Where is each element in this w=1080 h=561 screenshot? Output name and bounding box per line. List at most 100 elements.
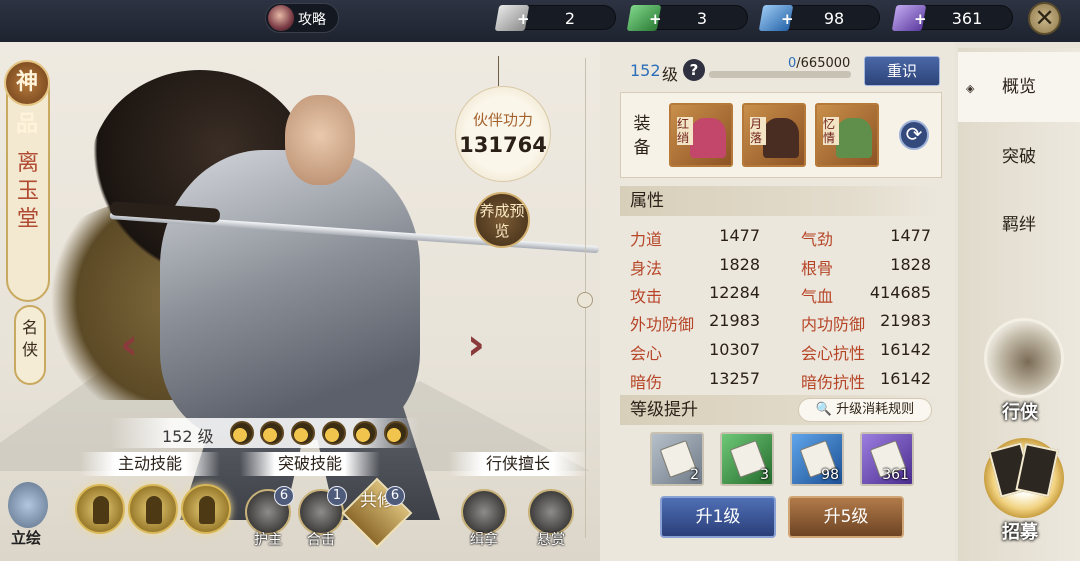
guide-avatar-icon [268, 5, 294, 31]
resource-blue-scroll[interactable]: + 98 [758, 5, 880, 31]
equipment-slot-2[interactable]: 月落 [742, 103, 806, 167]
refresh-icon[interactable]: ⟳ [899, 120, 929, 150]
resource-count: 3 [696, 9, 708, 28]
fan-icon [690, 118, 726, 158]
equipment-name: 忆情 [823, 117, 839, 145]
attr-value: 21983 [880, 311, 931, 330]
attr-value: 10307 [709, 340, 760, 359]
portrait-icon[interactable] [8, 482, 48, 528]
armor-icon [763, 118, 799, 158]
specialty-xuanshang[interactable]: 悬赏 [528, 489, 574, 548]
attr-value: 16142 [880, 369, 931, 388]
close-icon[interactable]: ✕ [1028, 2, 1061, 35]
panel-level-suffix: 级 [662, 65, 679, 84]
skill-label: 缉拿 [470, 532, 498, 548]
level-up-5-button[interactable]: 升5级 [788, 496, 904, 538]
panel-level-number: 152 [630, 61, 661, 80]
equipment-name: 红绡 [677, 117, 693, 145]
specialty-jina[interactable]: 缉拿 [461, 489, 507, 548]
help-icon[interactable]: ? [683, 59, 705, 81]
book-count: 2 [690, 467, 699, 483]
attr-value: 12284 [709, 283, 760, 302]
plus-icon[interactable]: + [914, 10, 927, 28]
skill-figure-icon [146, 496, 162, 524]
xingxia-icon[interactable] [984, 318, 1064, 398]
book-count: 3 [760, 467, 769, 483]
equipment-slot-3[interactable]: 忆情 [815, 103, 879, 167]
upgrade-rules-button[interactable]: 🔍 升级消耗规则 [798, 398, 932, 422]
tab-overview[interactable]: 概览 [958, 52, 1080, 122]
next-character-arrow-icon[interactable]: › [455, 323, 497, 367]
nurture-preview-button[interactable]: 养成预览 [474, 192, 530, 248]
attr-name: 会心 [630, 344, 663, 363]
attr-value: 1828 [890, 255, 931, 274]
attr-name: 力道 [630, 230, 663, 249]
attr-name: 身法 [630, 259, 663, 278]
attr-name: 气血 [801, 287, 834, 306]
resource-purple-scroll[interactable]: + 361 [891, 5, 1013, 31]
skill-count-badge: 1 [327, 486, 347, 506]
resource-count: 2 [564, 9, 576, 28]
skill-figure-icon [93, 496, 109, 524]
attr-name: 暗伤 [630, 373, 663, 392]
attr-value: 1477 [890, 226, 931, 245]
attr-name: 根骨 [801, 259, 834, 278]
breakthrough-skills-header: 突破技能 [240, 452, 380, 476]
resource-gray-scroll[interactable]: + 2 [494, 5, 616, 31]
exp-progress-bar [709, 71, 851, 78]
character-level: 152 级 [162, 427, 214, 446]
reset-button[interactable]: 重识 [864, 56, 940, 86]
resource-count: 361 [951, 9, 983, 28]
power-hanger [498, 56, 508, 86]
attr-value: 21983 [709, 311, 760, 330]
star-icon [384, 421, 408, 445]
power-label: 伙伴功力 [472, 111, 533, 129]
attr-name: 气劲 [801, 230, 834, 249]
equipment-name: 月落 [750, 117, 766, 145]
portrait-label[interactable]: 立绘 [11, 527, 41, 548]
recruit-label[interactable]: 招募 [1002, 518, 1038, 544]
guide-button[interactable]: 攻略 [265, 3, 339, 33]
equipment-slot-1[interactable]: 红绡 [669, 103, 733, 167]
rules-label: 升级消耗规则 [836, 402, 915, 417]
attr-name: 暗伤抗性 [801, 373, 866, 392]
skill-label: 合击 [307, 532, 335, 548]
active-skills-header: 主动技能 [80, 452, 220, 476]
exp-book-purple[interactable]: 361 [860, 432, 914, 486]
character-name: 离玉堂 [16, 151, 39, 232]
exp-text: 0/665000 [788, 56, 850, 71]
plus-icon[interactable]: + [517, 10, 530, 28]
active-skill-3[interactable] [181, 484, 231, 534]
attr-name: 攻击 [630, 287, 663, 306]
rank-badge: 神品 [4, 60, 50, 137]
resource-green-scroll[interactable]: + 3 [626, 5, 748, 31]
skill-label: 护主 [254, 532, 282, 548]
exp-book-gray[interactable]: 2 [650, 432, 704, 486]
xingxia-label[interactable]: 行侠 [1002, 398, 1038, 424]
plus-icon[interactable]: + [781, 10, 794, 28]
search-icon: 🔍 [815, 402, 833, 417]
tab-bonds[interactable]: 羁绊 [958, 190, 1080, 260]
star-icon [322, 421, 346, 445]
exp-total: /665000 [796, 56, 851, 71]
attr-name: 内功防御 [801, 315, 866, 334]
attr-name: 外功防御 [630, 315, 695, 334]
level-up-1-button[interactable]: 升1级 [660, 496, 776, 538]
active-skill-1[interactable] [75, 484, 125, 534]
active-skill-2[interactable] [128, 484, 178, 534]
hero-head [285, 95, 355, 185]
prev-character-arrow-icon[interactable]: ‹ [108, 323, 150, 367]
exp-book-green[interactable]: 3 [720, 432, 774, 486]
equipment-label: 装备 [633, 114, 651, 158]
plus-icon[interactable]: + [649, 10, 662, 28]
attributes-header: 属性 [620, 186, 942, 216]
active-tab-indicator-icon: ◈ [966, 82, 975, 95]
book-count: 361 [882, 467, 909, 483]
star-icon [353, 421, 377, 445]
power-medallion: 伙伴功力 131764 [455, 86, 551, 182]
tab-breakthrough[interactable]: 突破 [958, 122, 1080, 192]
exp-book-blue[interactable]: 98 [790, 432, 844, 486]
attr-value: 13257 [709, 369, 760, 388]
skill-count-badge: 6 [274, 486, 294, 506]
skill-label: 悬赏 [537, 532, 565, 548]
